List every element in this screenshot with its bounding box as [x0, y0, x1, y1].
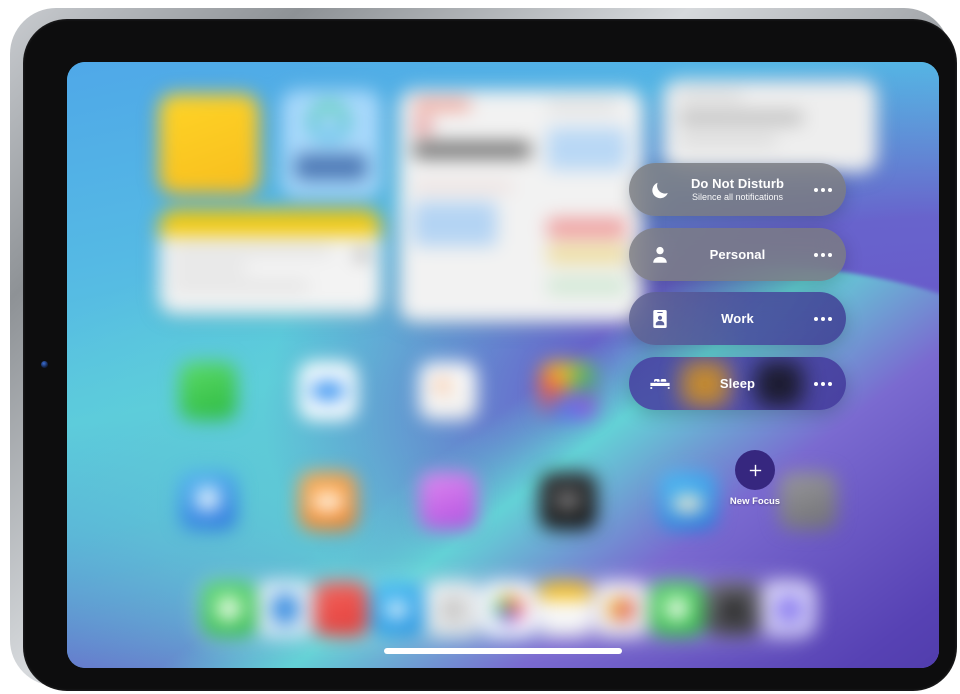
focus-pill-personal[interactable]: Personal — [629, 228, 846, 281]
new-focus-label: New Focus — [729, 496, 781, 507]
focus-panel: Do Not Disturb Silence all notifications… — [67, 62, 939, 668]
focus-pill-title: Personal — [709, 247, 766, 262]
device-bezel: Do Not Disturb Silence all notifications… — [23, 19, 957, 691]
focus-pill-sleep[interactable]: Sleep — [629, 357, 846, 410]
more-options-icon[interactable] — [814, 163, 832, 216]
person-icon — [647, 228, 673, 281]
more-options-icon[interactable] — [814, 357, 832, 410]
more-options-icon[interactable] — [814, 228, 832, 281]
bleed-artifact — [681, 361, 729, 407]
focus-pill-title: Work — [721, 311, 754, 326]
new-focus-button[interactable]: New Focus — [717, 450, 793, 507]
bed-icon — [647, 357, 673, 410]
plus-icon[interactable] — [735, 450, 775, 490]
moon-icon — [647, 163, 673, 216]
more-options-icon[interactable] — [814, 292, 832, 345]
focus-pill-subtitle: Silence all notifications — [691, 192, 784, 202]
focus-pill-title: Do Not Disturb — [690, 176, 785, 191]
focus-pill-do-not-disturb[interactable]: Do Not Disturb Silence all notifications — [629, 163, 846, 216]
front-camera-icon — [41, 361, 48, 368]
bleed-artifact — [755, 361, 803, 407]
focus-pill-work[interactable]: Work — [629, 292, 846, 345]
ipad-screen: Do Not Disturb Silence all notifications… — [67, 62, 939, 668]
id-badge-icon — [647, 292, 673, 345]
device-frame: Do Not Disturb Silence all notifications… — [10, 8, 957, 691]
home-indicator-bar[interactable] — [384, 648, 622, 654]
